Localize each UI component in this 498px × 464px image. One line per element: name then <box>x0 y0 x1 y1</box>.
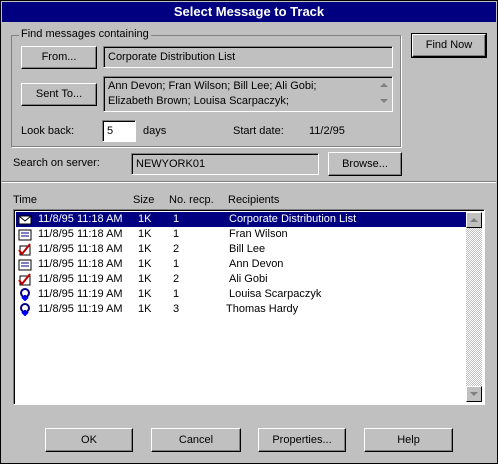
cell-time: 11/8/95 11:18 AM <box>38 228 123 240</box>
cell-time: 11/8/95 11:19 AM <box>38 288 123 300</box>
cancel-button[interactable]: Cancel <box>151 428 241 452</box>
cell-recp: 2 <box>173 273 180 285</box>
cancel-button-label: Cancel <box>178 434 214 446</box>
cell-size: 1K <box>138 288 152 300</box>
cell-size: 1K <box>138 228 152 240</box>
look-back-value: 5 <box>107 125 114 137</box>
chevron-up-icon <box>380 83 388 87</box>
ok-button[interactable]: OK <box>45 428 133 452</box>
help-button[interactable]: Help <box>364 428 453 452</box>
cell-size: 1K <box>138 303 152 315</box>
find-group-label: Find messages containing <box>19 28 151 40</box>
envelope-icon <box>18 215 32 225</box>
properties-button-label: Properties... <box>272 434 332 446</box>
sent-to-line-2: Elizabeth Brown; Louisa Scarpaczyk; <box>108 95 289 107</box>
start-date-label: Start date: <box>233 125 284 137</box>
from-field[interactable]: Corporate Distribution List <box>103 46 393 68</box>
find-now-button[interactable]: Find Now <box>411 33 487 58</box>
look-back-input[interactable]: 5 <box>102 120 136 142</box>
cell-recipients: Ali Gobi <box>229 273 268 285</box>
server-field-value: NEWYORK01 <box>136 158 206 170</box>
cell-size: 1K <box>138 258 152 270</box>
cell-size: 1K <box>138 243 152 255</box>
cell-recp: 1 <box>173 228 180 240</box>
cell-recp: 3 <box>173 303 180 315</box>
read-receipt-icon <box>20 303 30 316</box>
separator <box>2 181 496 183</box>
cell-time: 11/8/95 11:19 AM <box>38 303 123 315</box>
header-time[interactable]: Time <box>13 194 37 206</box>
cell-recipients: Corporate Distribution List <box>229 213 357 225</box>
table-row[interactable]: 11/8/95 11:18 AM 1K 1 Corporate Distribu… <box>16 212 468 227</box>
server-field[interactable]: NEWYORK01 <box>131 153 319 175</box>
from-button[interactable]: From... <box>21 46 97 69</box>
cell-size: 1K <box>138 273 152 285</box>
help-button-label: Help <box>397 434 420 446</box>
browse-button-label: Browse... <box>342 158 388 170</box>
message-form-icon <box>18 229 32 241</box>
message-form-icon <box>18 259 32 271</box>
title-bar: Select Message to Track <box>2 2 496 22</box>
sent-to-button-label: Sent To... <box>35 88 83 100</box>
from-field-value: Corporate Distribution List <box>108 51 236 63</box>
read-receipt-icon <box>20 288 30 301</box>
days-label: days <box>143 125 167 137</box>
browse-button[interactable]: Browse... <box>328 152 402 176</box>
table-row[interactable]: 11/8/95 11:19 AM 1K 3 Thomas Hardy <box>16 302 468 317</box>
look-back-label: Look back: <box>21 125 75 137</box>
sent-to-scroll-down[interactable] <box>376 94 390 108</box>
cell-recipients: Bill Lee <box>229 243 266 255</box>
cell-recipients: Fran Wilson <box>229 228 288 240</box>
list-scroll-down[interactable] <box>466 386 482 402</box>
table-row[interactable]: 11/8/95 11:19 AM 1K 2 Ali Gobi <box>16 272 468 287</box>
table-row[interactable]: 11/8/95 11:18 AM 1K 2 Bill Lee <box>16 242 468 257</box>
chevron-down-icon <box>380 99 388 103</box>
sent-to-button[interactable]: Sent To... <box>21 83 97 106</box>
header-size[interactable]: Size <box>133 194 154 206</box>
cell-time: 11/8/95 11:18 AM <box>38 213 123 225</box>
sent-to-scroll-up[interactable] <box>376 78 390 92</box>
cell-time: 11/8/95 11:19 AM <box>38 273 123 285</box>
server-label: Search on server: <box>13 157 100 169</box>
header-no-recp[interactable]: No. recp. <box>169 194 214 206</box>
cell-recipients: Ann Devon <box>229 258 284 270</box>
chevron-down-icon <box>470 392 478 396</box>
start-date-value: 11/2/95 <box>309 125 345 137</box>
cell-recp: 1 <box>173 213 180 225</box>
cell-recp: 2 <box>173 243 180 255</box>
list-scroll-up[interactable] <box>466 212 482 228</box>
cell-recp: 1 <box>173 258 180 270</box>
delivery-check-icon <box>18 243 31 256</box>
cell-recipients: Louisa Scarpaczyk <box>229 288 322 300</box>
sent-to-line-1: Ann Devon; Fran Wilson; Bill Lee; Ali Go… <box>108 80 317 92</box>
dialog-window: Select Message to Track Find messages co… <box>0 0 498 464</box>
properties-button[interactable]: Properties... <box>258 428 346 452</box>
message-list[interactable]: 11/8/95 11:18 AM 1K 1 Corporate Distribu… <box>13 209 485 405</box>
cell-recipients: Thomas Hardy <box>226 303 299 315</box>
cell-time: 11/8/95 11:18 AM <box>38 243 123 255</box>
from-button-label: From... <box>41 51 77 63</box>
table-row[interactable]: 11/8/95 11:18 AM 1K 1 Ann Devon <box>16 257 468 272</box>
chevron-up-icon <box>470 218 478 222</box>
cell-recp: 1 <box>173 288 180 300</box>
header-recipients[interactable]: Recipients <box>228 194 279 206</box>
table-row[interactable]: 11/8/95 11:19 AM 1K 1 Louisa Scarpaczyk <box>16 287 468 302</box>
table-row[interactable]: 11/8/95 11:18 AM 1K 1 Fran Wilson <box>16 227 468 242</box>
find-now-button-label: Find Now <box>425 39 473 51</box>
sent-to-field[interactable]: Ann Devon; Fran Wilson; Bill Lee; Ali Go… <box>103 76 393 112</box>
ok-button-label: OK <box>81 434 97 446</box>
cell-time: 11/8/95 11:18 AM <box>38 258 123 270</box>
cell-size: 1K <box>138 213 152 225</box>
list-scrollbar[interactable] <box>466 212 482 402</box>
delivery-check-icon <box>18 273 31 286</box>
